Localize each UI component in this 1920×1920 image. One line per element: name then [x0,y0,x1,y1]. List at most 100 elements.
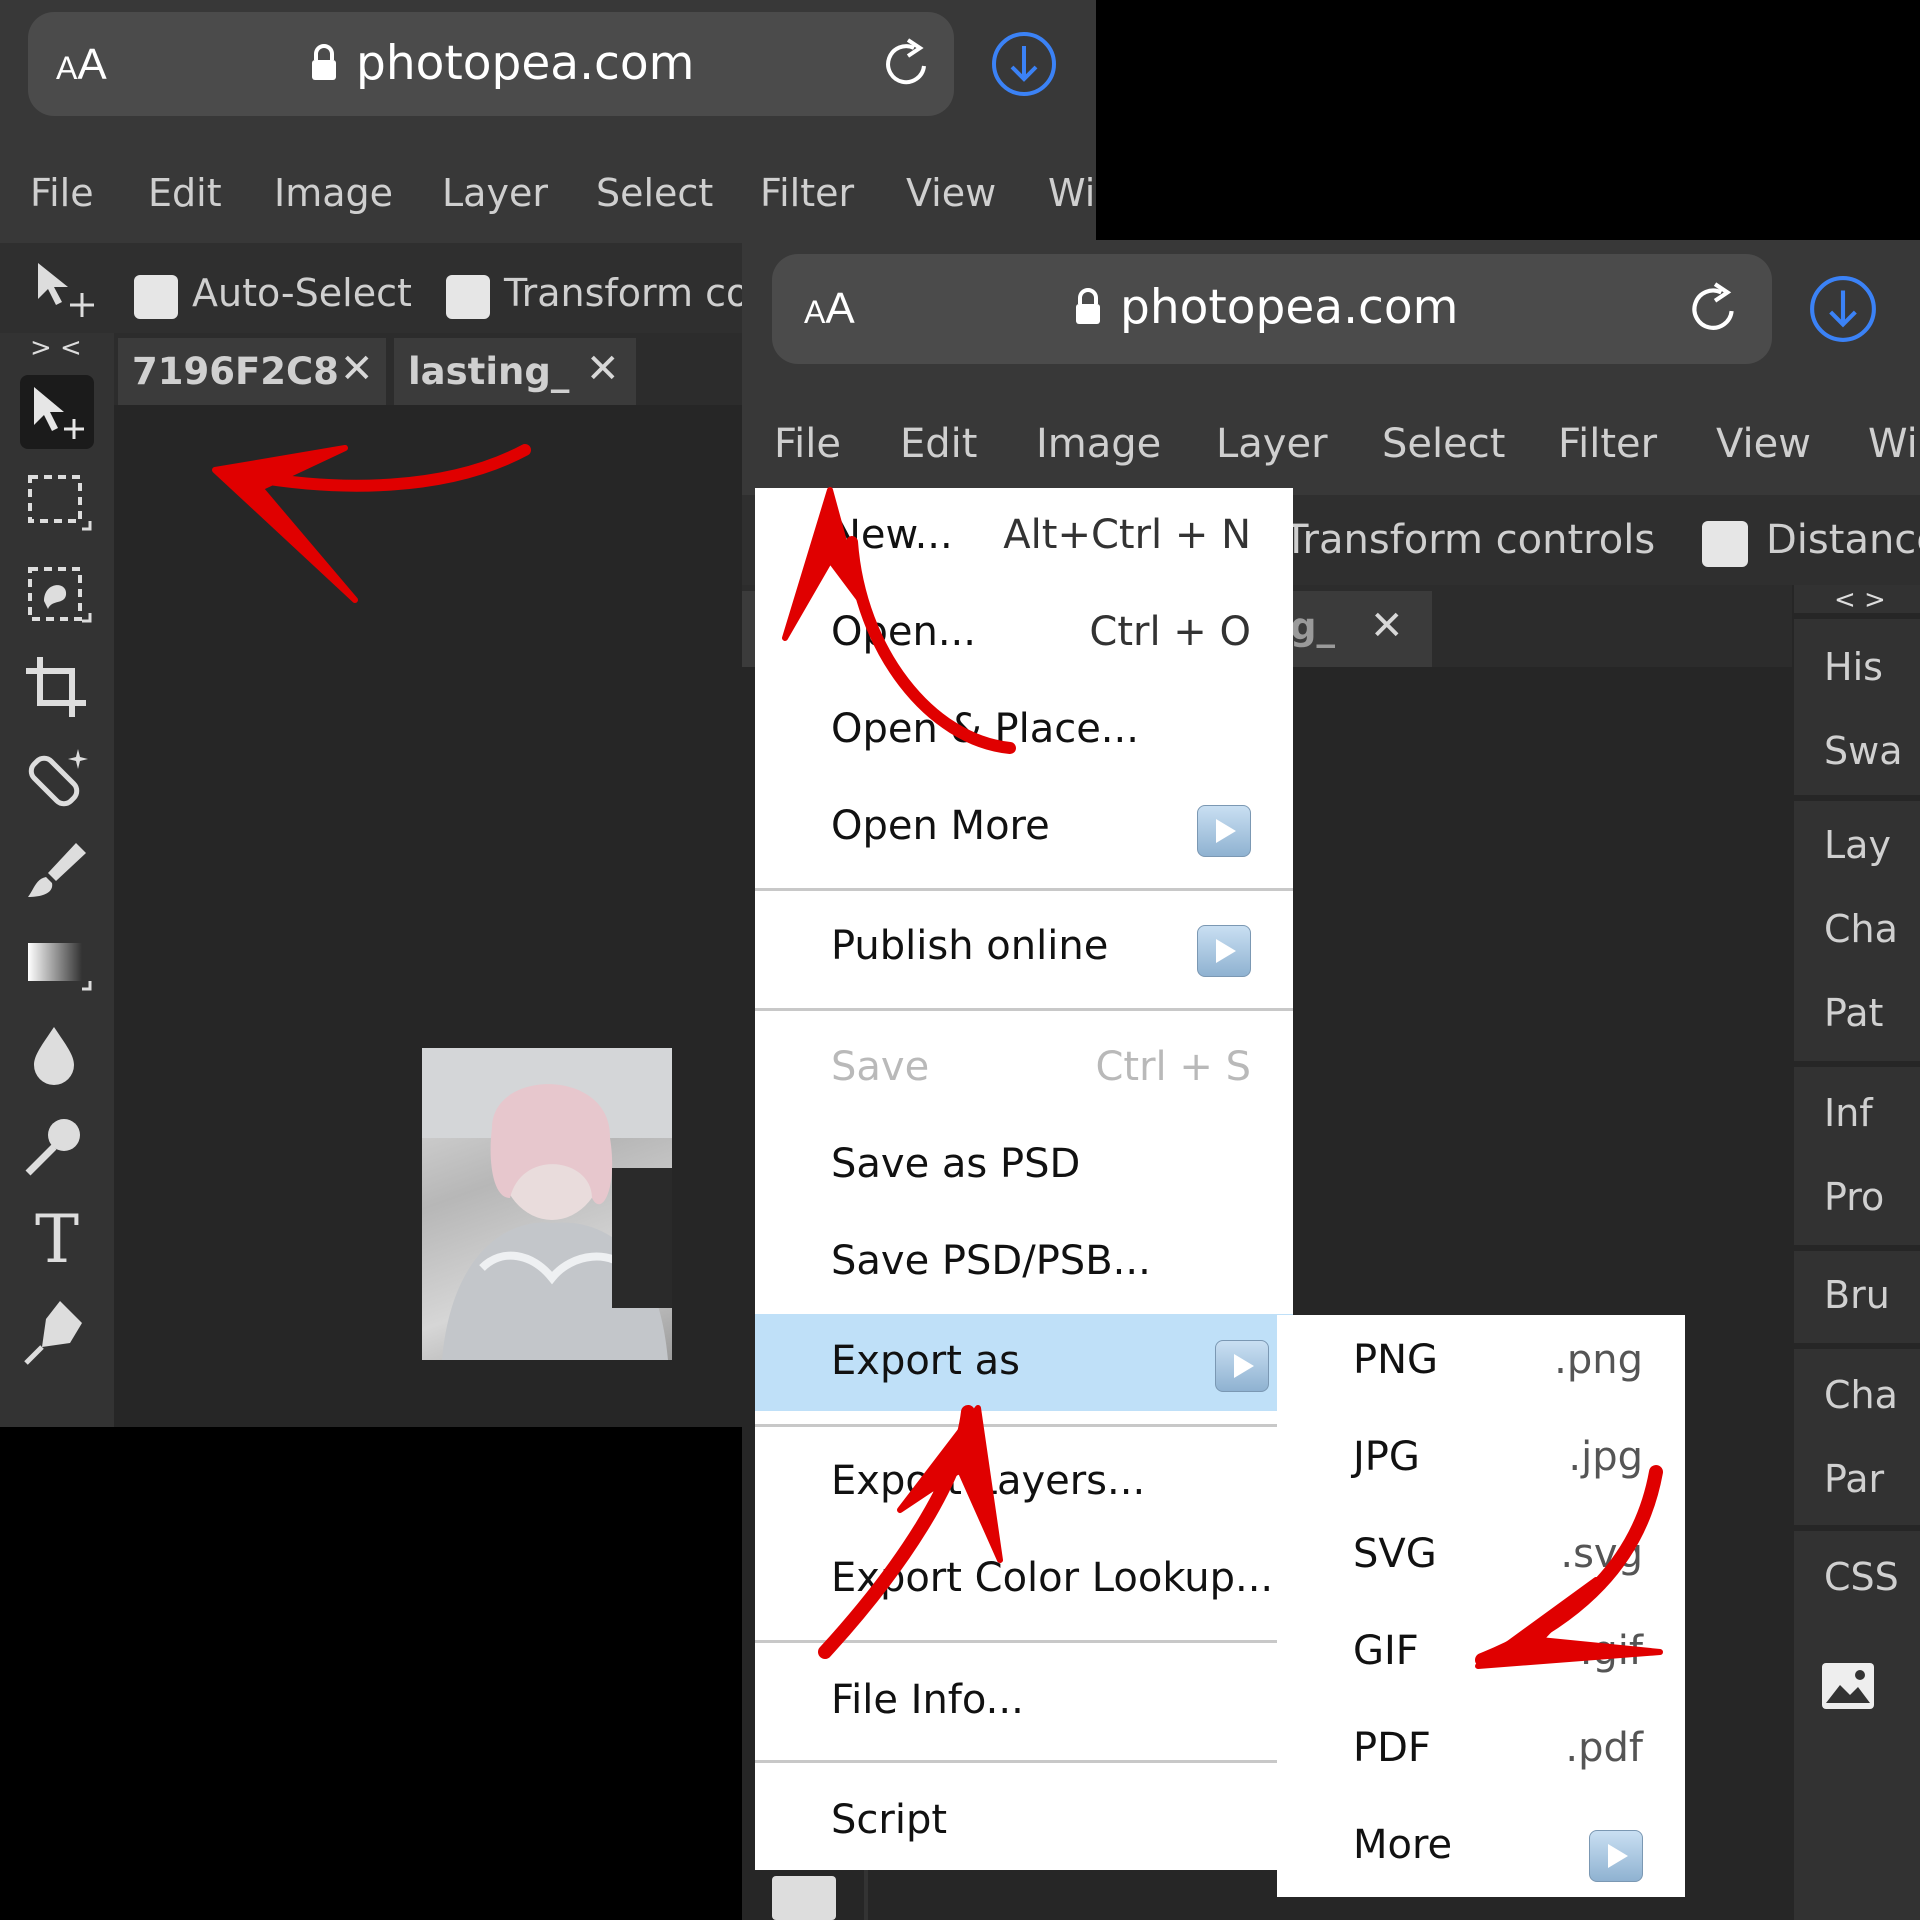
panel-history[interactable]: His [1824,645,1883,689]
menu-file[interactable]: File [30,171,94,215]
menu-item-open-place[interactable]: Open & Place... [755,682,1293,779]
app-menubar: File Edit Image Layer Select Filter View… [0,145,1096,243]
reload-icon[interactable] [880,36,934,96]
submenu-arrow-icon [1197,925,1251,977]
close-icon[interactable]: ✕ [586,346,620,392]
menu-item-export-layers[interactable]: Export Layers... [755,1434,1293,1531]
menu-item-publish-online[interactable]: Publish online [755,899,1293,996]
format-extension: .jpg [1568,1434,1643,1480]
rect-select-tool-icon[interactable] [20,467,94,541]
tab-label: lasting_ [408,350,570,393]
menu-item-export-color-lookup[interactable]: Export Color Lookup... [755,1531,1293,1628]
reload-icon[interactable] [1686,280,1742,342]
menu-item-label: Publish online [831,923,1109,969]
menu-image[interactable]: Image [1036,421,1161,467]
move-tool-icon[interactable] [20,375,94,449]
address-bar[interactable]: AA photopea.com [28,12,954,116]
export-svg[interactable]: SVG .svg [1277,1509,1685,1606]
menu-view[interactable]: View [1716,421,1811,467]
panel-paragraph[interactable]: Par [1824,1457,1884,1501]
menu-separator [755,1760,1293,1763]
close-icon[interactable]: ✕ [340,346,374,392]
menu-edit[interactable]: Edit [900,421,977,467]
menu-item-file-info[interactable]: File Info... [755,1653,1293,1750]
menu-select[interactable]: Select [1382,421,1505,467]
menu-edit[interactable]: Edit [148,171,222,215]
document-tab[interactable]: 7196F2C8 ✕ [118,338,386,405]
menu-select[interactable]: Select [596,171,713,215]
menu-item-label: Script [831,1797,948,1843]
menu-item-script[interactable]: Script [755,1773,1293,1870]
transform-checkbox[interactable] [446,275,490,319]
menu-item-new[interactable]: New... Alt+Ctrl + N [755,488,1293,585]
close-icon[interactable]: ✕ [1370,603,1404,649]
menu-filter[interactable]: Filter [1558,421,1657,467]
menu-layer[interactable]: Layer [442,171,548,215]
address-bar[interactable]: AA photopea.com [772,254,1772,364]
panel-channels[interactable]: Cha [1824,907,1898,951]
brush-tool-icon[interactable] [20,835,94,909]
aa-big-glyph: A [77,40,107,89]
menu-item-save-as-psd[interactable]: Save as PSD [755,1117,1293,1214]
menu-item-open[interactable]: Open... Ctrl + O [755,585,1293,682]
panel-info[interactable]: Inf [1824,1091,1873,1135]
export-more[interactable]: More [1277,1800,1685,1897]
export-jpg[interactable]: JPG .jpg [1277,1412,1685,1509]
text-size-button[interactable]: AA [56,40,107,90]
healing-tool-icon[interactable] [20,743,94,817]
menu-item-open-more[interactable]: Open More [755,779,1293,876]
gradient-tool-icon[interactable] [20,927,94,1001]
url-domain[interactable]: photopea.com [1074,280,1458,338]
image-panel-icon[interactable] [1820,1661,1876,1715]
menu-item-save-psd-psb[interactable]: Save PSD/PSB... [755,1214,1293,1311]
panel-brush[interactable]: Bru [1824,1273,1890,1317]
menu-item-label: Open... [831,609,976,655]
menu-item-save: Save Ctrl + S [755,1020,1293,1117]
menu-layer[interactable]: Layer [1216,421,1328,467]
download-icon[interactable] [990,30,1058,102]
url-domain[interactable]: photopea.com [310,36,694,94]
export-png[interactable]: PNG .png [1277,1315,1685,1412]
menu-window[interactable]: Wi [1868,421,1918,467]
domain-text: photopea.com [356,36,695,91]
type-tool-icon[interactable]: T [20,1203,94,1277]
blur-tool-icon[interactable] [20,1019,94,1093]
aa-big-glyph: A [825,284,855,333]
menu-item-label: File Info... [831,1677,1024,1723]
menu-image[interactable]: Image [274,171,393,215]
dodge-tool-icon[interactable] [20,1111,94,1185]
collapse-toggle[interactable]: > < [30,333,82,363]
pen-tool-icon[interactable] [20,1295,94,1369]
menu-file[interactable]: File [774,421,841,467]
lasso-select-tool-icon[interactable] [20,559,94,633]
panel-properties[interactable]: Pro [1824,1175,1884,1219]
tab-label: g_ [1290,605,1335,648]
format-label: SVG [1353,1531,1437,1577]
crop-tool-icon[interactable] [20,651,94,725]
menu-item-export-as[interactable]: Export as [755,1314,1293,1411]
text-size-button[interactable]: AA [804,284,855,334]
menu-filter[interactable]: Filter [760,171,854,215]
menu-view[interactable]: View [906,171,996,215]
submenu-arrow-icon [1215,1340,1269,1392]
panel-paths[interactable]: Pat [1824,991,1883,1035]
menu-window[interactable]: Wi [1048,171,1095,215]
auto-select-checkbox[interactable] [134,275,178,319]
domain-text: photopea.com [1120,280,1459,335]
export-submenu: PNG .png JPG .jpg SVG .svg GIF .gif PDF … [1277,1315,1685,1897]
menu-item-label: Save [831,1044,930,1090]
panel-layers[interactable]: Lay [1824,823,1891,867]
document-tab[interactable]: lasting_ ✕ [394,338,636,405]
export-gif[interactable]: GIF .gif [1277,1606,1685,1703]
panel-toggle[interactable]: < > [1834,585,1886,615]
menu-item-shortcut: Ctrl + O [1089,609,1251,655]
file-dropdown-menu: New... Alt+Ctrl + N Open... Ctrl + O Ope… [755,488,1293,1870]
distance-checkbox[interactable] [1702,521,1748,567]
panel-character[interactable]: Cha [1824,1373,1898,1417]
panel-divider [1794,1343,1920,1349]
panel-css[interactable]: CSS [1824,1555,1899,1599]
bottom-swatch[interactable] [772,1876,836,1920]
download-icon[interactable] [1808,274,1878,348]
export-pdf[interactable]: PDF .pdf [1277,1703,1685,1800]
panel-swatches[interactable]: Swa [1824,729,1903,773]
